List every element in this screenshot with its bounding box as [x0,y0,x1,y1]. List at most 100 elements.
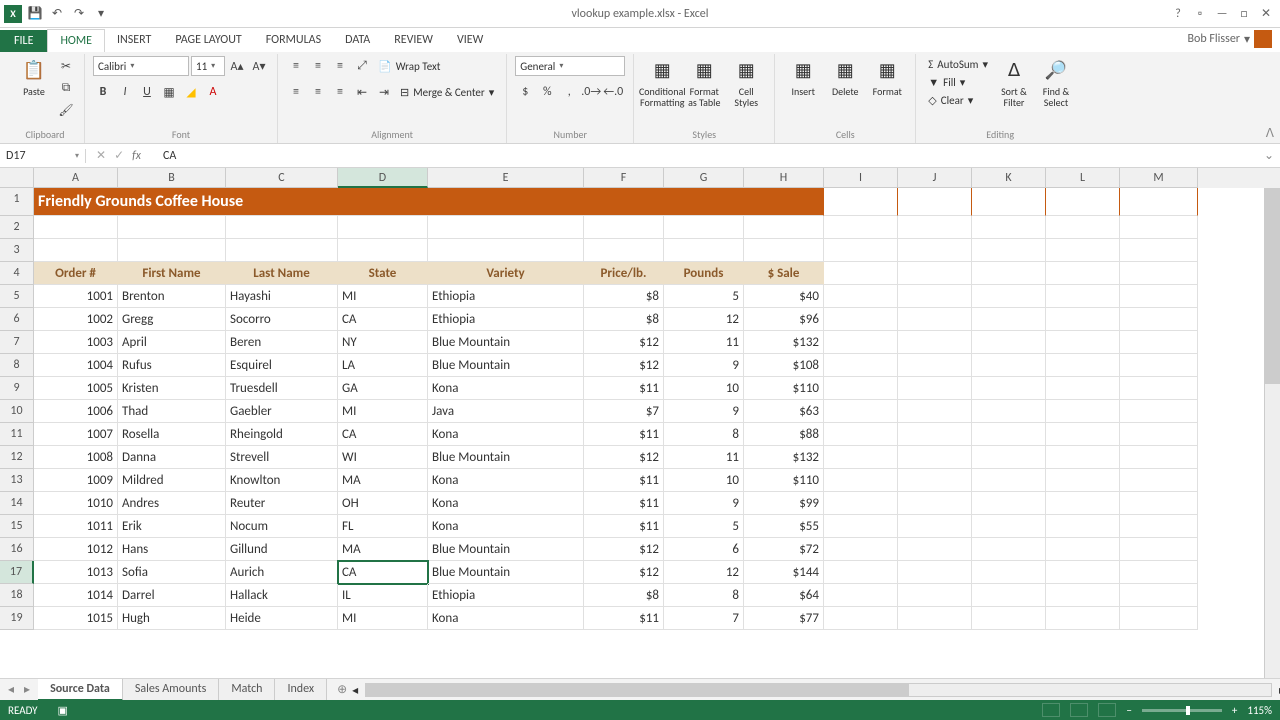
row-header[interactable]: 11 [0,423,34,446]
data-cell[interactable]: 1012 [34,538,118,561]
cell[interactable] [972,538,1046,561]
data-cell[interactable]: Gillund [226,538,338,561]
cell[interactable] [1046,423,1120,446]
cell[interactable] [972,607,1046,630]
data-cell[interactable]: Darrel [118,584,226,607]
cell[interactable] [1046,607,1120,630]
cell[interactable] [1046,331,1120,354]
data-cell[interactable]: $99 [744,492,824,515]
accept-formula-icon[interactable]: ✓ [114,148,124,163]
cell[interactable] [972,188,1046,216]
cell[interactable] [1120,561,1198,584]
table-header[interactable]: Price/lb. [584,262,664,285]
cell[interactable] [824,446,898,469]
data-cell[interactable]: 12 [664,561,744,584]
row-header[interactable]: 1 [0,188,34,216]
data-cell[interactable]: Nocum [226,515,338,538]
sheet-tab[interactable]: Source Data [38,679,123,701]
data-cell[interactable]: $11 [584,469,664,492]
cell[interactable] [744,239,824,262]
table-header[interactable]: Order # [34,262,118,285]
data-cell[interactable]: $55 [744,515,824,538]
ribbon-tab-data[interactable]: DATA [333,29,382,52]
cell[interactable] [1120,607,1198,630]
cell[interactable] [1120,216,1198,239]
data-cell[interactable]: 1014 [34,584,118,607]
align-middle-button[interactable]: ≡ [308,56,328,76]
data-cell[interactable]: $132 [744,446,824,469]
cell[interactable] [34,216,118,239]
data-cell[interactable]: Andres [118,492,226,515]
data-cell[interactable]: $96 [744,308,824,331]
cell[interactable] [824,584,898,607]
cell[interactable] [972,584,1046,607]
cell[interactable] [1120,584,1198,607]
data-cell[interactable]: $8 [584,584,664,607]
cell[interactable] [898,188,972,216]
data-cell[interactable]: Reuter [226,492,338,515]
cell[interactable] [1120,538,1198,561]
data-cell[interactable]: Hans [118,538,226,561]
cell[interactable] [1120,492,1198,515]
cell[interactable] [824,354,898,377]
qat-customize-icon[interactable]: ▾ [92,5,110,23]
font-name-combo[interactable]: Calibri▾ [93,56,189,76]
cell[interactable] [1046,492,1120,515]
orientation-button[interactable]: ⤢ [352,56,372,76]
data-cell[interactable]: Java [428,400,584,423]
cell[interactable] [1120,354,1198,377]
data-cell[interactable]: OH [338,492,428,515]
cell[interactable] [824,515,898,538]
cell[interactable] [898,216,972,239]
cell[interactable] [972,446,1046,469]
table-header[interactable]: State [338,262,428,285]
cell[interactable] [972,308,1046,331]
horizontal-scrollbar[interactable]: ◂ ▸ [365,683,1272,697]
column-header[interactable]: M [1120,168,1198,188]
align-right-button[interactable]: ≡ [330,82,350,102]
data-cell[interactable]: Danna [118,446,226,469]
column-header[interactable]: K [972,168,1046,188]
font-color-button[interactable]: A [203,82,223,102]
data-cell[interactable]: IL [338,584,428,607]
paste-button[interactable]: 📋 Paste [14,56,54,97]
column-header[interactable]: E [428,168,584,188]
cell[interactable] [1120,285,1198,308]
normal-view-button[interactable] [1042,703,1060,717]
align-bottom-button[interactable]: ≡ [330,56,350,76]
data-cell[interactable]: Knowlton [226,469,338,492]
row-header[interactable]: 19 [0,607,34,630]
cell[interactable] [898,308,972,331]
sheet-tab[interactable]: Index [275,679,327,701]
data-cell[interactable]: Blue Mountain [428,354,584,377]
format-cells-button[interactable]: ▦Format [867,56,907,97]
format-as-table-button[interactable]: ▦Format as Table [684,56,724,108]
cell[interactable] [898,561,972,584]
close-icon[interactable]: ✕ [1256,5,1276,23]
cell[interactable] [898,239,972,262]
cell[interactable] [226,216,338,239]
cell[interactable] [1046,285,1120,308]
data-cell[interactable]: Hayashi [226,285,338,308]
accounting-format-button[interactable]: $ [515,82,535,102]
data-cell[interactable]: $11 [584,515,664,538]
cell[interactable] [824,377,898,400]
vertical-scrollbar[interactable] [1264,188,1280,678]
data-cell[interactable]: $40 [744,285,824,308]
cell[interactable] [1046,188,1120,216]
save-icon[interactable]: 💾 [26,5,44,23]
data-cell[interactable]: 7 [664,607,744,630]
data-cell[interactable]: $8 [584,285,664,308]
cell[interactable] [664,216,744,239]
cell[interactable] [1046,469,1120,492]
page-break-view-button[interactable] [1098,703,1116,717]
cell[interactable] [118,216,226,239]
data-cell[interactable]: $77 [744,607,824,630]
data-cell[interactable]: Strevell [226,446,338,469]
file-tab[interactable]: FILE [0,30,47,52]
macro-record-icon[interactable]: ▣ [58,704,68,717]
cell[interactable] [824,538,898,561]
data-cell[interactable]: $12 [584,538,664,561]
data-cell[interactable]: 1007 [34,423,118,446]
collapse-ribbon-icon[interactable]: ᐱ [1266,126,1274,141]
